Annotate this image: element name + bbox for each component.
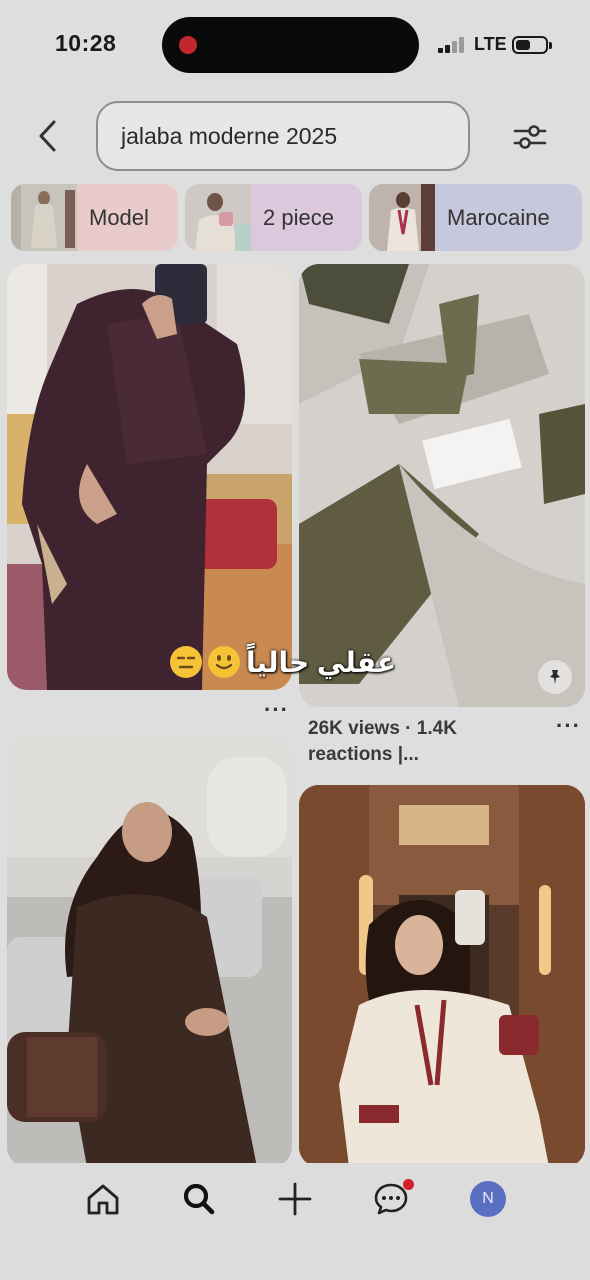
- screen: 10:28 LTE jalaba moderne 2025 Model 2 pi…: [0, 0, 590, 1280]
- pin-more-button[interactable]: ···: [264, 697, 289, 723]
- chip-marocaine[interactable]: Marocaine: [369, 184, 582, 251]
- chip-model[interactable]: Model: [11, 184, 178, 251]
- search-input[interactable]: jalaba moderne 2025: [96, 101, 470, 171]
- pin-photo: [7, 264, 292, 690]
- pin-icon: [550, 670, 560, 684]
- chip-thumbnail-image: [185, 184, 251, 251]
- recording-indicator-icon: [179, 36, 197, 54]
- pin-save-button[interactable]: [538, 660, 572, 694]
- battery-level: [516, 40, 531, 50]
- dynamic-island: [162, 17, 419, 73]
- chip-label: 2 piece: [263, 204, 334, 230]
- pin-more-button[interactable]: ···: [556, 713, 581, 739]
- chip-thumbnail-image: [11, 184, 77, 251]
- chip-2-piece[interactable]: 2 piece: [185, 184, 362, 251]
- tab-profile[interactable]: N: [461, 1173, 515, 1225]
- back-button[interactable]: [26, 115, 68, 157]
- status-time: 10:28: [55, 30, 117, 56]
- network-type: LTE: [474, 34, 507, 54]
- tab-search[interactable]: [172, 1173, 226, 1225]
- avatar: N: [470, 1181, 506, 1217]
- bottom-tab-bar: N: [0, 1163, 590, 1280]
- home-icon: [87, 1184, 119, 1215]
- sliders-icon: [513, 125, 547, 149]
- chip-label: Model: [89, 204, 149, 230]
- pin-caption-overlay: عقلي حالياً: [170, 641, 396, 683]
- chip-label: Marocaine: [447, 204, 550, 230]
- pin-image-brown-jalaba[interactable]: [7, 737, 292, 1167]
- search-query: jalaba moderne 2025: [121, 122, 338, 149]
- chevron-left-icon: [39, 120, 56, 152]
- tab-create[interactable]: [268, 1173, 322, 1225]
- pin-image-cream-jalaba[interactable]: [299, 785, 585, 1167]
- plus-icon: [278, 1182, 312, 1216]
- tab-messages[interactable]: [364, 1173, 418, 1225]
- chip-thumbnail-image: [369, 184, 435, 251]
- filter-button[interactable]: [508, 115, 552, 159]
- pin-photo: [7, 737, 292, 1167]
- pin-image-burgundy-jalaba[interactable]: [7, 264, 292, 690]
- caption-text: عقلي حالياً: [246, 646, 396, 678]
- pin-meta-text[interactable]: 26K views · 1.4K reactions |...: [308, 716, 508, 768]
- notification-dot: [403, 1179, 414, 1190]
- search-icon: [183, 1183, 215, 1215]
- tab-home[interactable]: [76, 1173, 130, 1225]
- expressionless-face-icon: [170, 646, 202, 678]
- pin-photo: [299, 785, 585, 1167]
- battery-icon: [512, 36, 552, 54]
- status-bar: 10:28 LTE: [0, 0, 590, 90]
- signal-strength-icon: [438, 37, 466, 53]
- slight-smile-icon: [208, 646, 240, 678]
